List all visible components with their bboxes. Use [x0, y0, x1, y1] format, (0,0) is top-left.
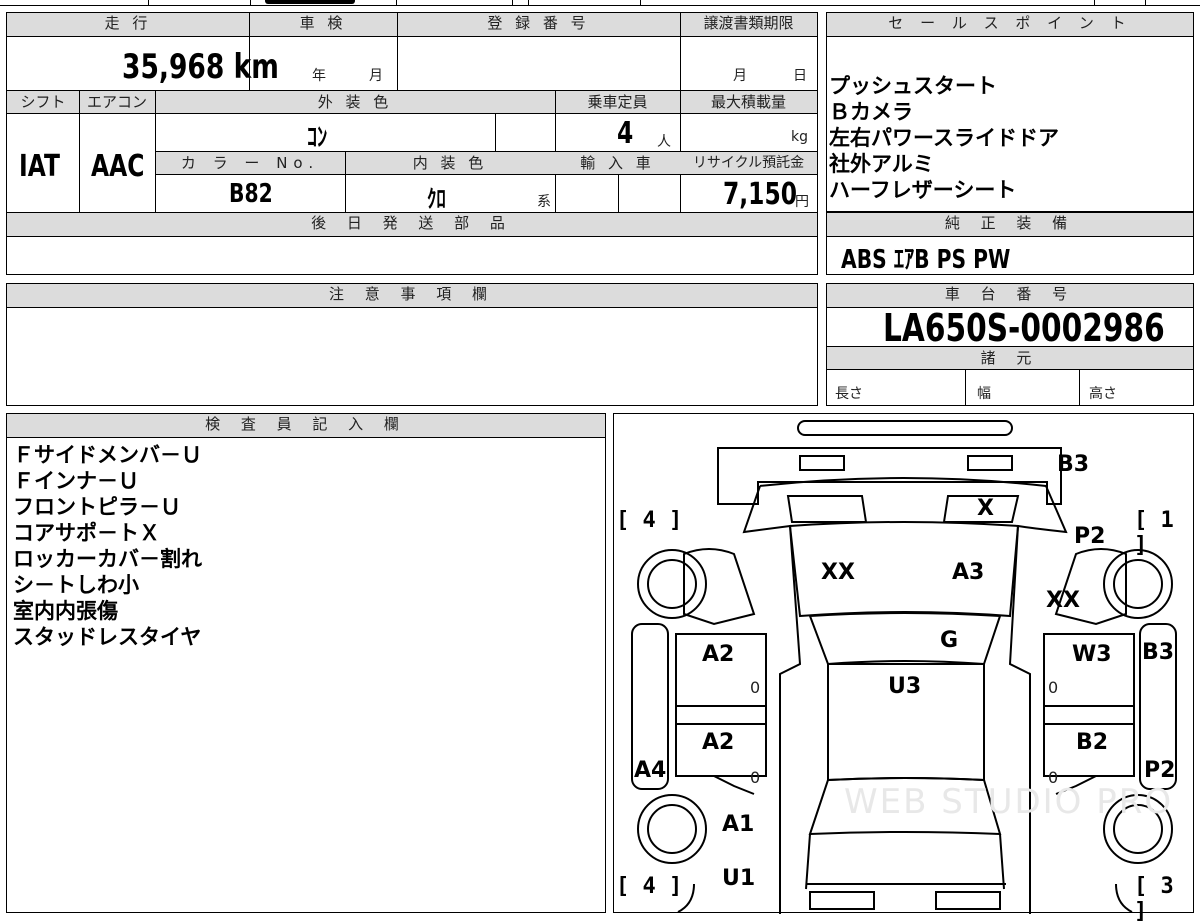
color-no-header: カ ラ ー No. — [180, 154, 320, 172]
later-parts-header: 後 日 発 送 部 品 — [7, 213, 817, 237]
watermark-text: WEB STUDIO PRO — [844, 782, 1174, 822]
damage-mark: G — [940, 628, 959, 653]
damage-mark: A1 — [722, 812, 755, 837]
sales-point-item: 左右パワースライドドア — [829, 126, 1059, 150]
inspector-header: 検 査 員 記 入 欄 — [7, 414, 605, 438]
notes-header: 注 意 事 項 欄 — [7, 284, 817, 308]
chassis-box: 車 台 番 号 LA650S-0002986 諸 元 長さ 幅 高さ — [826, 283, 1194, 406]
zero-mark: 0 — [750, 768, 761, 787]
transfer-deadline-header: 譲渡書類期限 — [680, 13, 817, 37]
damage-mark: W3 — [1072, 642, 1112, 667]
inspector-item: Ｆインナ－Ｕ — [13, 469, 139, 493]
corner-label-front-right: [ 1 ] — [1134, 508, 1174, 558]
damage-mark: XX — [821, 560, 855, 585]
corner-label-rear-left: [ 4 ] — [616, 874, 683, 899]
sales-points-list: プッシュスタート Ｂカメラ 左右パワースライドドア 社外アルミ ハーフレザーシー… — [829, 73, 1059, 203]
sales-point-item: 社外アルミ — [829, 152, 934, 176]
damage-mark: A4 — [634, 758, 667, 783]
load-unit: kg — [791, 129, 808, 145]
vehicle-info-table: 走 行 車 検 登 録 番 号 譲渡書類期限 35,968 km 年 月 月 日… — [6, 12, 818, 275]
ac-value: AAC — [91, 149, 145, 184]
inspector-item: コアサポ－トＸ — [13, 521, 160, 545]
capacity-value: 4 — [617, 116, 634, 151]
damage-mark: B2 — [1076, 730, 1109, 755]
corner-label-front-left: [ 4 ] — [616, 508, 683, 533]
damage-mark: XX — [1046, 588, 1080, 613]
damage-mark: U1 — [722, 866, 756, 891]
transfer-month-label: 月 — [733, 68, 747, 84]
damage-mark: X — [977, 496, 994, 521]
sales-points-header: セ ー ル ス ポ イ ン ト — [827, 13, 1193, 37]
zero-mark: 0 — [1048, 678, 1059, 697]
interior-header: 内 装 色 — [412, 154, 488, 172]
color-no-value: B82 — [229, 179, 273, 209]
recycle-unit: 円 — [795, 194, 809, 210]
damage-mark: A2 — [702, 730, 735, 755]
equipment-header: 純 正 装 備 — [827, 213, 1193, 237]
damage-mark: A3 — [952, 560, 985, 585]
damage-mark: P2 — [1144, 758, 1176, 783]
capacity-header: 乗車定員 — [587, 93, 648, 111]
exterior-value: ｺﾝ — [307, 123, 328, 153]
inspector-box: 検 査 員 記 入 欄 Ｆサイドメンバ－Ｕ Ｆインナ－Ｕ フロントピラ－Ｕ コア… — [6, 413, 606, 913]
top-cutoff-strip — [0, 0, 1200, 8]
height-label: 高さ — [1089, 386, 1117, 402]
equipment-value: ABS ｴｱB PS PW — [841, 245, 1011, 275]
damage-mark: U3 — [888, 674, 922, 699]
inspection-month-label: 月 — [369, 68, 383, 84]
chassis-number: LA650S-0002986 — [883, 306, 1165, 350]
shift-header: シフト — [20, 93, 66, 111]
inspector-item: 室内内張傷 — [13, 599, 118, 623]
damage-mark: B3 — [1142, 640, 1175, 665]
capacity-unit: 人 — [657, 134, 671, 150]
zero-mark: 0 — [1048, 768, 1059, 787]
inspector-list: Ｆサイドメンバ－Ｕ Ｆインナ－Ｕ フロントピラ－Ｕ コアサポ－トＸ ロッカーカバ… — [13, 442, 202, 650]
ac-header: エアコン — [86, 93, 147, 111]
car-damage-diagram: WEB STUDIO PRO [ 4 ] [ 1 ] [ 4 ] [ 3 ] B… — [613, 413, 1194, 924]
sales-point-item: プッシュスタート — [829, 74, 997, 98]
inspector-item: スタッドレスタイヤ — [13, 625, 202, 649]
registration-header: 登 録 番 号 — [397, 13, 680, 37]
recycle-value: 7,150 — [723, 177, 798, 212]
mileage-header: 走 行 — [7, 13, 249, 37]
equipment-box: 純 正 装 備 ABS ｴｱB PS PW — [826, 212, 1194, 275]
sales-point-item: ハーフレザーシート — [829, 178, 1017, 202]
interior-value: ｸﾛ — [427, 185, 446, 213]
mileage-value: 35,968 km — [122, 47, 279, 87]
recycle-header: リサイクル預託金 — [692, 155, 805, 171]
shift-value: IAT — [19, 149, 60, 184]
notes-box: 注 意 事 項 欄 — [6, 283, 818, 406]
zero-mark: 0 — [750, 678, 761, 697]
import-header: 輸 入 車 — [580, 154, 655, 172]
damage-mark: B3 — [1057, 452, 1090, 477]
chassis-header: 車 台 番 号 — [827, 284, 1193, 308]
sales-points-box: セ ー ル ス ポ イ ン ト プッシュスタート Ｂカメラ 左右パワースライドド… — [826, 12, 1194, 212]
sales-point-item: Ｂカメラ — [829, 100, 913, 124]
inspector-item: Ｆサイドメンバ－Ｕ — [13, 443, 202, 467]
spec-header: 諸 元 — [980, 349, 1040, 367]
inspection-header: 車 検 — [249, 13, 397, 37]
inspector-item: フロントピラ－Ｕ — [13, 495, 181, 519]
interior-unit: 系 — [537, 194, 551, 210]
corner-label-rear-right: [ 3 ] — [1134, 874, 1174, 924]
inspector-item: シ－トしわ小 — [13, 573, 139, 597]
inspector-item: ロッカーカバ－割れ — [13, 547, 202, 571]
damage-mark: P2 — [1074, 524, 1106, 549]
transfer-day-label: 日 — [793, 68, 807, 84]
max-load-header: 最大積載量 — [710, 93, 786, 111]
length-label: 長さ — [835, 386, 863, 402]
inspection-year-label: 年 — [312, 68, 326, 84]
exterior-header: 外 装 色 — [317, 93, 393, 111]
width-label: 幅 — [977, 386, 991, 402]
damage-mark: A2 — [702, 642, 735, 667]
